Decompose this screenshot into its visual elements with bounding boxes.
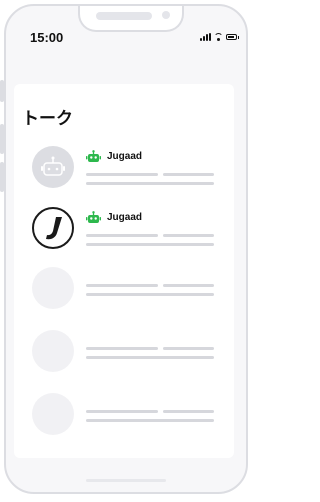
placeholder-row bbox=[32, 393, 218, 437]
conversation-name: Jugaad bbox=[107, 212, 143, 223]
line-placeholder bbox=[86, 347, 158, 350]
line-placeholder bbox=[163, 347, 214, 350]
avatar-placeholder bbox=[32, 330, 74, 372]
line-placeholder bbox=[86, 293, 214, 296]
conversation-item[interactable]: Jugaad bbox=[32, 207, 218, 251]
bot-avatar-icon bbox=[32, 146, 74, 188]
phone-notch bbox=[78, 6, 184, 32]
conversation-header: Jugaad bbox=[86, 150, 142, 163]
line-placeholder bbox=[86, 284, 158, 287]
robot-icon bbox=[86, 211, 101, 223]
placeholder-row bbox=[32, 330, 218, 374]
robot-icon bbox=[86, 150, 101, 162]
placeholder-row bbox=[32, 267, 218, 311]
message-preview-placeholder bbox=[86, 173, 158, 176]
line-placeholder bbox=[86, 356, 214, 359]
conversation-item[interactable]: Jugaad bbox=[32, 146, 218, 190]
mute-switch bbox=[0, 80, 4, 102]
status-icons bbox=[200, 33, 239, 41]
conversation-header: Jugaad bbox=[86, 211, 142, 224]
message-preview-placeholder bbox=[86, 182, 214, 185]
jugaad-logo-icon bbox=[32, 207, 74, 249]
wifi-icon bbox=[214, 33, 223, 41]
message-preview-placeholder bbox=[86, 243, 214, 246]
volume-up-button bbox=[0, 124, 4, 154]
line-placeholder bbox=[163, 410, 214, 413]
message-preview-placeholder bbox=[163, 173, 214, 176]
volume-down-button bbox=[0, 162, 4, 192]
avatar-placeholder bbox=[32, 267, 74, 309]
avatar-placeholder bbox=[32, 393, 74, 435]
front-camera bbox=[162, 11, 170, 19]
battery-icon bbox=[226, 34, 239, 40]
home-indicator bbox=[86, 479, 166, 482]
page-title: トーク bbox=[22, 109, 73, 128]
line-placeholder bbox=[86, 419, 214, 422]
signal-icon bbox=[200, 33, 211, 41]
line-placeholder bbox=[163, 284, 214, 287]
message-preview-placeholder bbox=[163, 234, 214, 237]
line-placeholder bbox=[86, 410, 158, 413]
speaker-grill bbox=[96, 12, 152, 20]
status-time: 15:00 bbox=[30, 30, 64, 45]
conversation-name: Jugaad bbox=[107, 151, 143, 162]
message-preview-placeholder bbox=[86, 234, 158, 237]
